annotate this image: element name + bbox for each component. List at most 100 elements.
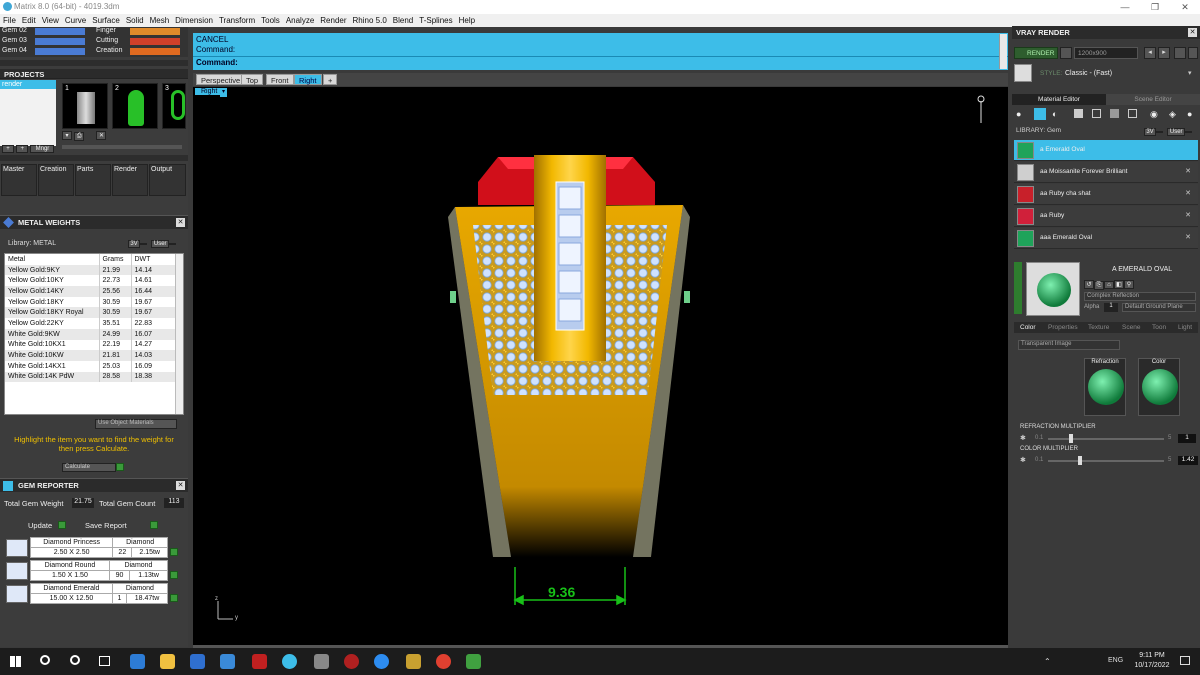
layer-creation[interactable]: Creation	[96, 47, 122, 54]
menu-tsplines[interactable]: T-Splines	[416, 14, 455, 25]
command-prompt[interactable]: Command:	[196, 58, 238, 67]
material-action-button[interactable]: ⚲	[1124, 280, 1134, 289]
tab-scene-editor[interactable]: Scene Editor	[1106, 94, 1200, 105]
splitter[interactable]	[0, 60, 188, 66]
chrome-icon[interactable]	[436, 654, 451, 669]
calculate-go-icon[interactable]	[116, 463, 124, 471]
table-row[interactable]: Yellow Gold:14KY 25.56 16.44	[5, 286, 177, 297]
layer-swatch[interactable]	[130, 48, 180, 55]
menu-solid[interactable]: Solid	[123, 14, 147, 25]
resolution-field[interactable]: 1200x900	[1074, 47, 1138, 59]
eye-icon[interactable]: ◉	[1150, 109, 1158, 120]
gem-tool-icon[interactable]	[1034, 108, 1046, 120]
column-header[interactable]: Grams	[99, 254, 132, 265]
column-header[interactable]: Metal	[5, 254, 100, 265]
toggle-indicator[interactable]	[169, 243, 177, 245]
render-button[interactable]: RENDER	[1014, 47, 1058, 59]
use-object-materials-dropdown[interactable]: Use Object Materials	[95, 419, 177, 429]
notification-icon[interactable]	[1180, 656, 1190, 665]
zoom-icon[interactable]	[374, 654, 389, 669]
tab-color[interactable]: Color	[1020, 324, 1036, 331]
color-multiplier-slider[interactable]	[1048, 460, 1164, 462]
grid-icon[interactable]	[1092, 109, 1101, 118]
material-action-button[interactable]: ◧	[1114, 280, 1124, 289]
material-item[interactable]: aa Ruby ✕	[1014, 206, 1198, 227]
clock-time[interactable]: 9:11 PM	[1134, 652, 1170, 659]
table-row[interactable]: White Gold:9KW 24.99 16.07	[5, 328, 177, 340]
chevron-down-icon[interactable]: ▾	[1188, 69, 1192, 77]
tab-render[interactable]: Render	[112, 164, 148, 196]
tab-right[interactable]: Right	[294, 74, 322, 85]
add-project-button[interactable]: +	[2, 145, 14, 153]
menu-surface[interactable]: Surface	[89, 14, 123, 25]
layer-finger[interactable]: Finger	[96, 27, 116, 34]
app-icon[interactable]	[252, 654, 267, 669]
edge-icon[interactable]	[130, 654, 145, 669]
metal-table[interactable]: Metal Grams DWT Yellow Gold:9KY 21.99 14.14 …	[4, 253, 184, 415]
color-multiplier-value[interactable]: 1.42	[1178, 456, 1198, 465]
menu-curve[interactable]: Curve	[62, 14, 89, 25]
command-area[interactable]: CANCEL Command: Command:	[193, 33, 1008, 70]
remove-icon[interactable]: ✕	[1185, 211, 1191, 219]
calculate-button[interactable]: Calculate	[62, 463, 116, 472]
project-thumb-1[interactable]: 1	[62, 83, 108, 129]
table-row[interactable]: White Gold:10KX1 22.19 14.27	[5, 339, 177, 351]
material-action-button[interactable]: ⎘	[1094, 281, 1104, 290]
gem-report-row[interactable]: Diamond Round Diamond 1.50 X 1.50 90 1.13tw	[4, 560, 186, 582]
close-icon[interactable]: ✕	[176, 218, 185, 227]
table-row[interactable]: White Gold:14KX1 25.03 16.09	[5, 360, 177, 372]
refraction-slot[interactable]: Refraction	[1084, 358, 1126, 416]
table-row[interactable]: White Gold:14K PdW 28.58 18.38	[5, 371, 177, 383]
material-action-button[interactable]: ↺	[1084, 280, 1094, 289]
language-indicator[interactable]: ENG	[1108, 657, 1123, 664]
splitter[interactable]	[0, 155, 188, 161]
menu-mesh[interactable]: Mesh	[147, 14, 173, 25]
menu-blend[interactable]: Blend	[390, 14, 416, 25]
layer-cutting[interactable]: Cutting	[96, 37, 118, 44]
app-icon[interactable]	[466, 654, 481, 669]
menu-view[interactable]: View	[39, 14, 62, 25]
layer-swatch[interactable]	[35, 28, 85, 35]
column-header[interactable]: DWT	[131, 254, 177, 265]
ground-dropdown[interactable]: Default Ground Plane	[1122, 303, 1196, 312]
tab-top[interactable]: Top	[241, 74, 264, 85]
update-button[interactable]: Update	[28, 521, 52, 530]
remove-icon[interactable]: ✕	[1185, 167, 1191, 175]
material-item[interactable]: aa Ruby cha shat ✕	[1014, 184, 1198, 205]
project-thumb-3[interactable]: 3	[162, 83, 186, 129]
slider-thumb[interactable]	[1078, 456, 1083, 465]
table-row[interactable]: White Gold:10KW 21.81 14.03	[5, 350, 177, 361]
color-slot[interactable]: Color	[1138, 358, 1180, 416]
prev-icon[interactable]: ◂	[1144, 47, 1156, 59]
toggle-3v[interactable]: 3V	[1144, 128, 1156, 136]
assign-icon[interactable]: ◈	[1169, 109, 1176, 120]
preview-collapse-tab[interactable]	[1014, 262, 1022, 314]
update-go-icon[interactable]	[58, 521, 66, 529]
gem-report-row[interactable]: Diamond Princess Diamond 2.50 X 2.50 22 2.1…	[4, 537, 186, 559]
project-thumb-2[interactable]: 2	[112, 83, 158, 129]
slider-thumb[interactable]	[1068, 434, 1073, 443]
material-item[interactable]: a Emerald Oval	[1014, 140, 1198, 161]
gear-icon[interactable]	[1060, 47, 1072, 59]
menu-transform[interactable]: Transform	[216, 14, 258, 25]
maximize-button[interactable]: ❐	[1140, 0, 1170, 14]
thumb-action-button[interactable]: ⎙	[74, 132, 85, 141]
project-item[interactable]: render	[0, 80, 56, 89]
manager-button[interactable]: Mngr	[30, 145, 55, 153]
material-item[interactable]: aa Moissanite Forever Brilliant ✕	[1014, 162, 1198, 183]
layer-swatch[interactable]	[130, 38, 180, 45]
light-icon[interactable]: ●	[1187, 109, 1192, 119]
task-view-icon[interactable]	[99, 656, 110, 666]
close-icon[interactable]: ✕	[1188, 28, 1197, 37]
toggle-indicator[interactable]	[1185, 131, 1193, 133]
app-icon[interactable]	[344, 654, 359, 669]
thumb-delete-button[interactable]: ✕	[96, 131, 107, 140]
tab-light[interactable]: Light	[1178, 324, 1192, 331]
add-project-button[interactable]: +	[16, 145, 29, 153]
layer-gem04[interactable]: Gem 04	[2, 47, 27, 54]
tab-output[interactable]: Output	[149, 164, 186, 196]
close-button[interactable]: ✕	[1170, 0, 1200, 14]
refraction-multiplier-value[interactable]: 1	[1178, 434, 1196, 443]
menu-edit[interactable]: Edit	[19, 14, 39, 25]
rhino-icon[interactable]	[314, 654, 329, 669]
